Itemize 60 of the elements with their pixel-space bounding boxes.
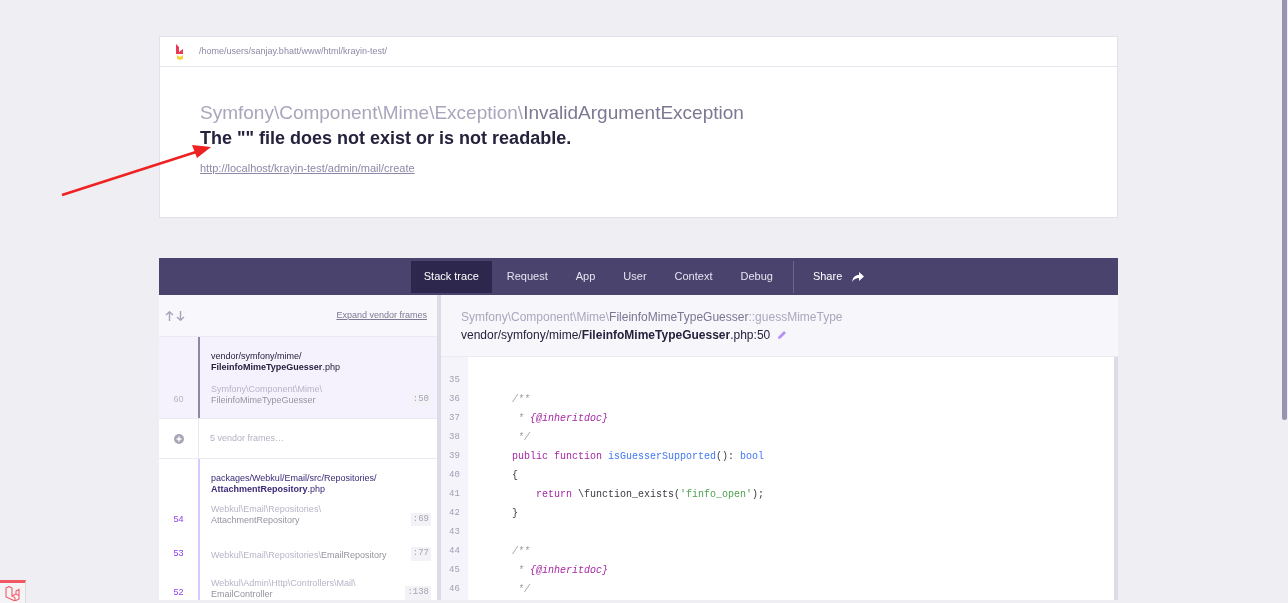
code-line-number: 36 [449,394,460,404]
error-message: The "" file does not exist or is not readable. [200,127,573,150]
code-line: * {@inheritdoc} [517,413,609,424]
exception-class: Symfony\Component\Mime\Exception\InvalidArgumentException [200,101,745,125]
frame-file-path: packages/Webkul/Email/src/Repositories/ AttachmentRepository.php [211,473,378,495]
code-line: /** [511,394,530,405]
frame-number: 52 [173,586,184,599]
line-number-tag: :69 [410,512,431,526]
code-line: } [511,508,518,519]
logo-icon [175,43,184,60]
line-number-tag: :50 [410,392,431,406]
code-line: */ [517,584,530,595]
tab[interactable]: Stack trace [410,260,492,293]
code-line-number: 38 [449,432,460,442]
up-arrow-icon[interactable] [165,310,174,321]
request-url-link[interactable]: http://localhost/krayin-test/admin/mail/create [200,160,415,177]
code-line-number: 44 [449,546,460,556]
code-line: /** [511,546,530,557]
frame-class: Webkul\Email\Repositories\EmailRepository [211,549,387,561]
share-button[interactable]: Share [800,260,877,293]
frame-file-path: vendor/symfony/mime/FileinfoMimeTypeGuesser.php:50 [461,327,771,344]
code-line-number: 43 [449,527,460,537]
frame-file-path: vendor/symfony/mime/ FileinfoMimeTypeGuesser.php [211,351,341,373]
code-line-number: 45 [449,565,460,575]
frame-class: Webkul\Email\Repositories\ AttachmentRepository [211,504,321,526]
code-line: * {@inheritdoc} [517,565,609,576]
laravel-icon [4,586,21,601]
code-line: public function isGuesserSupported(): bool [511,451,765,462]
code-line-number: 41 [449,489,460,499]
code-line: { [511,470,518,481]
tab[interactable]: Context [661,260,726,293]
frame-class: Symfony\Component\Mime\ FileinfoMimeTypeGuesser [211,384,323,406]
tab[interactable]: User [610,260,660,293]
code-line: return \function_exists('finfo_open'); [535,489,765,500]
stack-frame[interactable]: 60 vendor/symfony/mime/ FileinfoMimeTypeGuesser.php Symfony\Component\Mime\ FileinfoMimeTypeGuesser :50 [159,337,437,419]
code-line-number: 42 [449,508,460,518]
expand-vendor-frames-link[interactable]: Expand vendor frames [336,308,427,323]
scrollbar-thumb[interactable] [1282,0,1287,420]
frame-number: 54 [173,512,184,526]
frame-number: 60 [173,392,184,406]
down-arrow-icon[interactable] [176,310,185,321]
pencil-icon[interactable] [777,330,788,340]
code-line-number: 37 [449,413,460,423]
code-line-number: 39 [449,451,460,461]
code-line-number: 46 [449,584,460,594]
project-path: /home/users/sanjay.bhatt/www/html/krayin-test/ [199,44,387,58]
tab[interactable]: App [562,260,609,293]
code-line: */ [517,432,530,443]
tab[interactable]: Debug [727,260,786,293]
frame-class: Webkul\Admin\Http\Controllers\Mail\ EmailController [211,577,356,600]
code-line-number: 40 [449,470,460,480]
laravel-button[interactable] [0,580,26,603]
tab[interactable]: Request [493,260,561,293]
plus-circle-icon[interactable] [173,433,184,444]
frame-class-method: Symfony\Component\Mime\FileinfoMimeTypeGuesser::guessMimeType [461,309,844,326]
frame-number: 53 [173,547,184,560]
line-number-tag: :77 [410,547,431,561]
line-number-tag: :138 [405,586,431,600]
code-line-number: 35 [449,375,460,385]
share-icon [852,271,865,282]
